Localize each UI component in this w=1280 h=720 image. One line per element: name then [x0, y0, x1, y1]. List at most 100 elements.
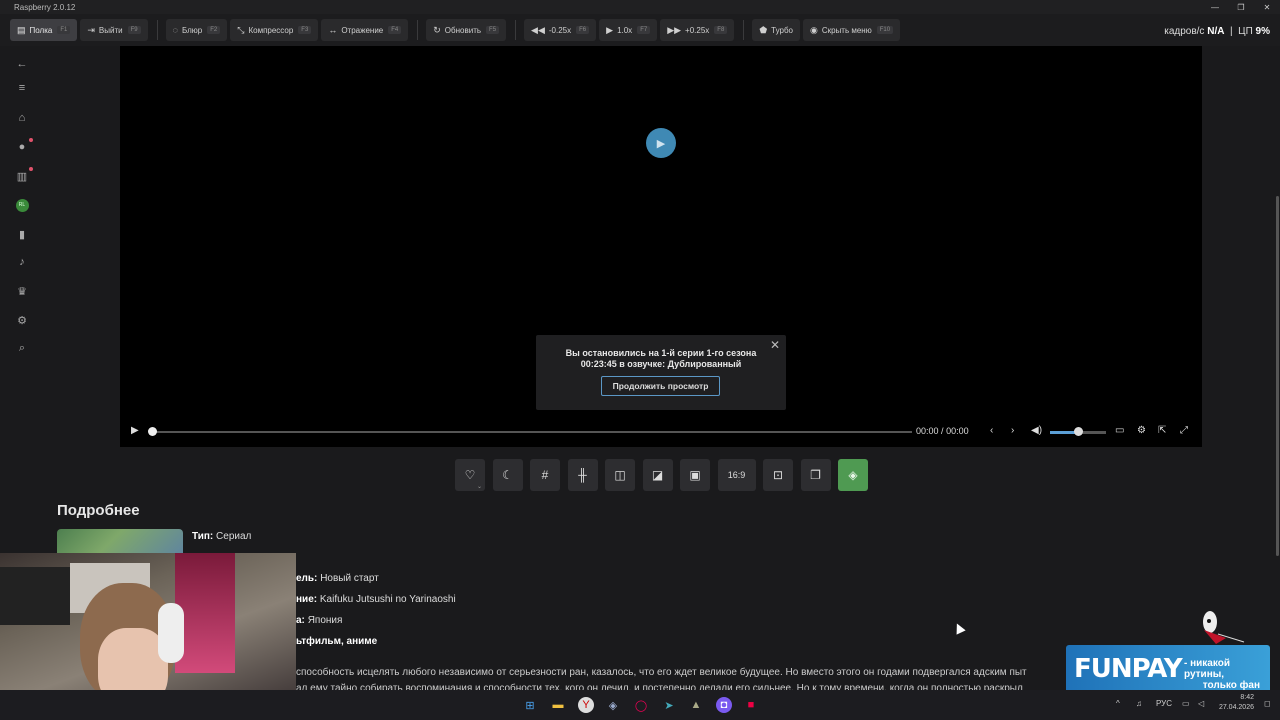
- close-icon[interactable]: ✕: [1254, 0, 1280, 14]
- back-icon[interactable]: ←: [14, 56, 30, 72]
- shortcut-key: F1: [57, 26, 71, 34]
- turbo-label: Турбо: [771, 25, 793, 35]
- copy-button[interactable]: ❐: [800, 459, 831, 491]
- video-player[interactable]: ▶ ✕ Вы остановились на 1-й серии 1-го се…: [120, 46, 1202, 447]
- progress-handle[interactable]: [148, 427, 157, 436]
- slogan-line: - никакой рутины,: [1184, 658, 1230, 680]
- speed-down-button[interactable]: ◀◀ -0.25x F6: [524, 19, 597, 41]
- fps-label: кадров/с: [1164, 26, 1205, 37]
- telegram-icon[interactable]: ➤: [661, 697, 677, 713]
- funpay-slogan: - никакой рутины, только фан: [1184, 658, 1266, 691]
- fullscreen-icon[interactable]: ⤢: [1180, 425, 1188, 436]
- picture-in-picture-button[interactable]: ▣: [680, 459, 710, 491]
- hide-menu-button[interactable]: ◉ Скрыть меню F10: [802, 19, 901, 41]
- layers-button[interactable]: ◈: [838, 459, 868, 491]
- compressor-button[interactable]: ⤡ Компрессор F3: [230, 19, 319, 41]
- grid-button[interactable]: #: [530, 459, 560, 491]
- subtitles-icon[interactable]: ▭: [1115, 425, 1124, 436]
- refresh-button[interactable]: ↻ Обновить F5: [426, 19, 507, 41]
- fire-icon[interactable]: ●: [14, 138, 33, 155]
- volume-handle[interactable]: [1074, 427, 1083, 436]
- original-title-label: ние:: [296, 594, 318, 605]
- notification-dot: [29, 138, 33, 142]
- blur-button[interactable]: ◌ Блюр F2: [165, 19, 228, 41]
- type-label: Тип:: [192, 531, 214, 542]
- bell-icon[interactable]: ♪: [14, 254, 30, 270]
- volume-icon[interactable]: ◀): [1031, 425, 1042, 436]
- contrast-button[interactable]: ◪: [642, 459, 673, 491]
- external-link-icon[interactable]: ⇱: [1158, 425, 1166, 436]
- cpu-value: 9%: [1255, 26, 1270, 37]
- speed-up-label: +0.25x: [685, 25, 710, 35]
- notifications-icon[interactable]: ◻: [1264, 699, 1271, 708]
- aspect-ratio-button[interactable]: 16:9: [717, 459, 756, 491]
- keepass-icon[interactable]: ▲: [688, 697, 704, 713]
- description-line: способность исцелять любого независимо о…: [296, 667, 1027, 678]
- blur-label: Блюр: [181, 25, 203, 35]
- avatar[interactable]: RL: [14, 197, 30, 213]
- resume-message: Вы остановились на 1-й серии 1-го сезона…: [536, 348, 786, 370]
- split-view-button[interactable]: ◫: [605, 459, 635, 491]
- split-view-icon: ◫: [614, 468, 626, 482]
- night-mode-button[interactable]: ☾: [492, 459, 523, 491]
- opera-gx-icon[interactable]: ◯: [633, 697, 649, 713]
- home-icon[interactable]: ⌂: [14, 110, 30, 126]
- notification-dot: [29, 167, 33, 171]
- restore-icon[interactable]: ❐: [1228, 0, 1254, 14]
- favorite-heart-button[interactable]: ♡ ⌄: [455, 459, 485, 491]
- file-explorer-icon[interactable]: ▬: [550, 697, 566, 713]
- catalog-icon[interactable]: ▥: [14, 167, 33, 184]
- minimize-icon[interactable]: —: [1202, 0, 1228, 14]
- shelf-button[interactable]: ▤ Полка F1: [10, 19, 78, 41]
- speed-up-button[interactable]: ▶▶ +0.25x F8: [660, 19, 735, 41]
- funpay-banner[interactable]: FUNPAY - никакой рутины, только фан: [1066, 645, 1270, 693]
- gear-icon[interactable]: ⚙: [1137, 425, 1146, 436]
- speed-normal-button[interactable]: ▶ 1.0x F7: [599, 19, 658, 41]
- clock-date: 27.04.2026: [1218, 704, 1254, 711]
- trophy-icon[interactable]: ♛: [14, 283, 30, 299]
- twitch-icon[interactable]: ◘: [716, 697, 732, 713]
- gear-icon[interactable]: ⚙: [14, 312, 30, 328]
- yandex-browser-icon[interactable]: Y: [578, 697, 594, 713]
- night-mode-icon: ☾: [502, 468, 513, 482]
- exit-button[interactable]: ⇥ Выйти F9: [80, 19, 148, 41]
- audio-wave-button[interactable]: ╫: [567, 459, 598, 491]
- top-toolbar: ▤ Полка F1 ⇥ Выйти F9 ◌ Блюр F2 ⤡ Компрессор F3 …: [0, 14, 1280, 46]
- shortcut-key: F10: [876, 26, 894, 34]
- previous-episode-icon[interactable]: ‹: [990, 425, 993, 436]
- continue-watching-button[interactable]: Продолжить просмотр: [601, 376, 720, 396]
- grid-icon: #: [541, 468, 549, 482]
- mirror-button[interactable]: ↔ Отражение F4: [321, 19, 409, 41]
- microphone-icon[interactable]: ♫: [1136, 699, 1142, 708]
- turbo-icon: ⬟: [759, 24, 768, 35]
- refresh-icon: ↻: [433, 24, 441, 35]
- bookmark-icon[interactable]: ▮: [14, 226, 30, 242]
- turbo-button[interactable]: ⬟ Турбо: [752, 19, 800, 41]
- genre-text: ьтфильм, аниме: [296, 636, 378, 647]
- refresh-label: Обновить: [444, 25, 482, 35]
- volume-icon[interactable]: ◁: [1198, 699, 1204, 708]
- menu-icon[interactable]: ≡: [14, 80, 30, 96]
- page-scrollbar[interactable]: [1276, 196, 1279, 556]
- system-tray: ^ ♫ РУС ▭ ◁ 8:42 27.04.2026 ◻: [1110, 690, 1280, 720]
- windows-start-icon[interactable]: ⊞: [522, 697, 538, 713]
- play-icon[interactable]: ▶: [131, 425, 139, 436]
- fps-value: N/A: [1207, 26, 1225, 37]
- screenshot-button[interactable]: ⊡: [763, 459, 793, 491]
- big-play-button[interactable]: ▶: [646, 128, 676, 158]
- contrast-icon: ◪: [651, 468, 664, 482]
- chevron-up-icon[interactable]: ^: [1116, 699, 1120, 708]
- language-indicator[interactable]: РУС: [1156, 699, 1172, 708]
- webcam-background-monitor: [0, 567, 70, 625]
- raspberry-icon[interactable]: ■: [743, 697, 759, 713]
- clock[interactable]: 8:42 27.04.2026: [1214, 693, 1254, 713]
- fast-forward-icon: ▶▶: [667, 24, 682, 35]
- network-icon[interactable]: ▭: [1182, 699, 1190, 708]
- title-value: Новый старт: [320, 573, 379, 584]
- player-feature-bar: ♡ ⌄ ☾ # ╫ ◫ ◪ ▣ 16:9 ⊡ ❐ ◈: [455, 459, 876, 491]
- progress-bar[interactable]: [152, 431, 912, 433]
- next-episode-icon[interactable]: ›: [1011, 425, 1014, 436]
- steam-icon[interactable]: ◈: [605, 697, 621, 713]
- shortcut-key: F3: [298, 26, 312, 34]
- search-icon[interactable]: ⌕: [14, 340, 30, 356]
